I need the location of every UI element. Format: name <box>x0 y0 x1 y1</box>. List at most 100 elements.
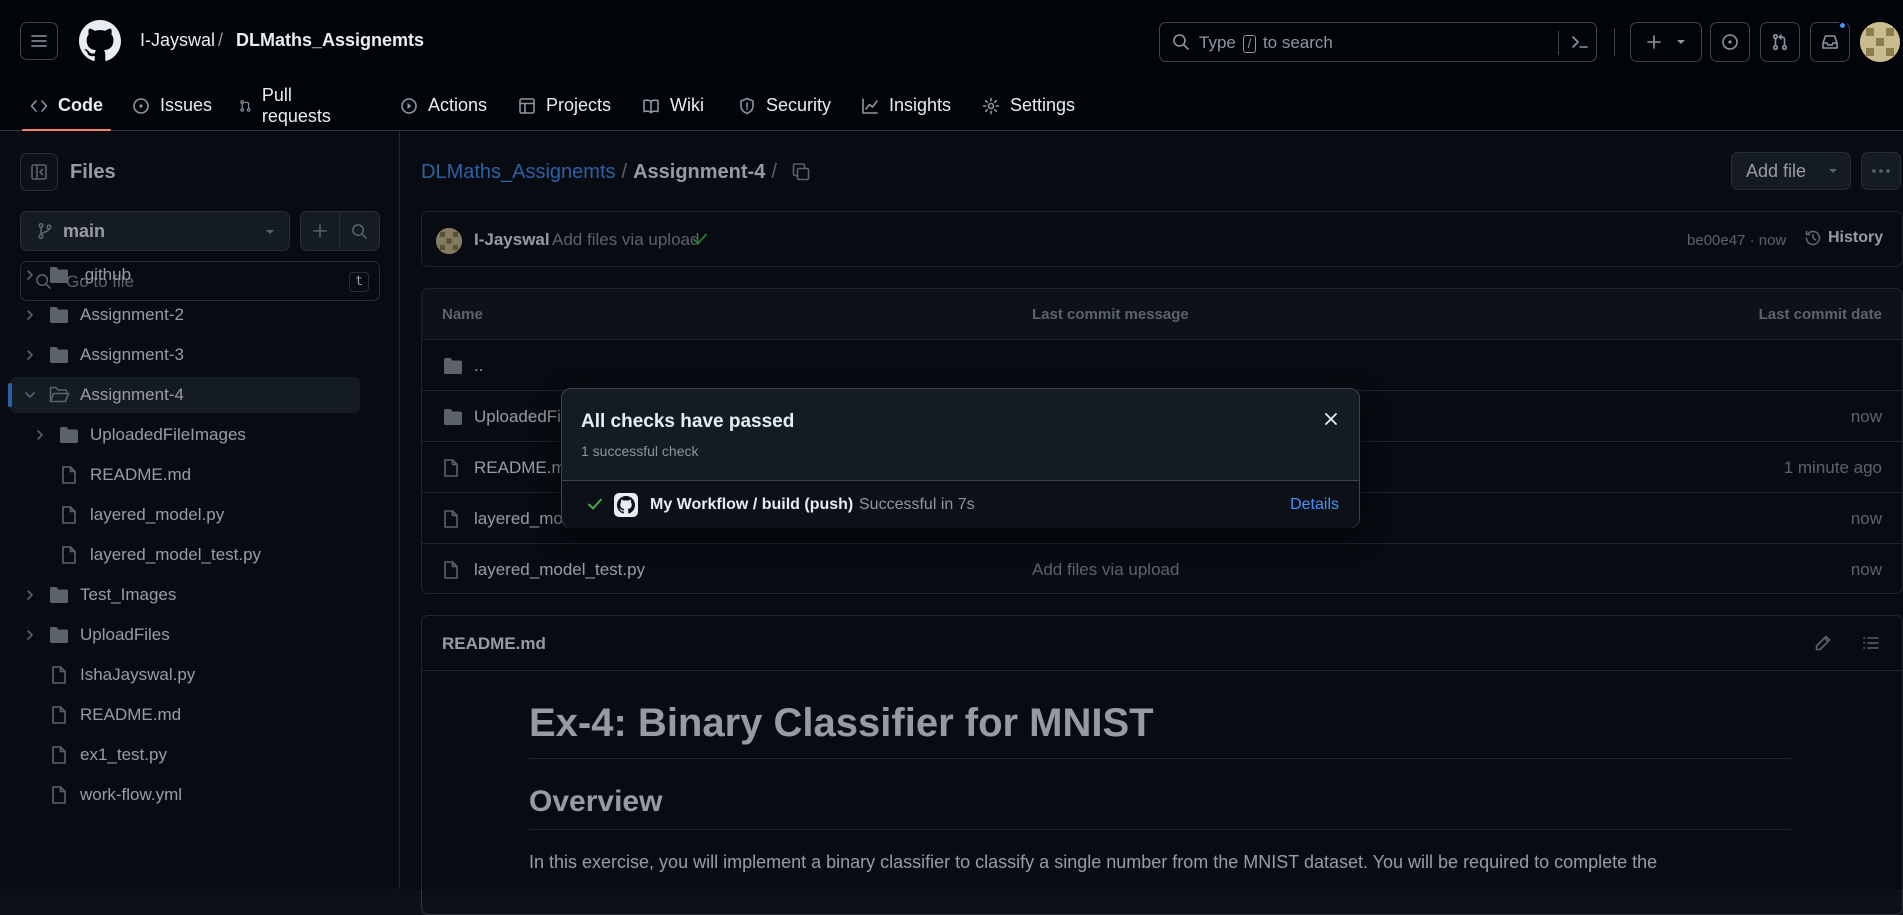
file-icon <box>50 705 68 725</box>
check-icon[interactable] <box>692 232 708 246</box>
commit-author-avatar[interactable] <box>436 228 462 254</box>
file-icon <box>50 785 68 805</box>
chevron-right-icon[interactable] <box>34 429 46 441</box>
close-icon[interactable] <box>1323 411 1339 427</box>
tree-item-label: UploadedFileImages <box>90 425 246 444</box>
tab-security[interactable]: Security <box>738 80 831 131</box>
tree-item[interactable]: README.md <box>10 457 360 493</box>
list-unordered-icon[interactable] <box>1862 634 1880 652</box>
row-name[interactable]: README.md <box>474 458 575 478</box>
readme-subheading: Overview <box>529 785 1791 830</box>
tree-item[interactable]: IshaJayswal.py <box>10 657 360 693</box>
issues-icon <box>133 97 149 114</box>
add-file-button[interactable] <box>300 211 340 251</box>
more-options-button[interactable] <box>1861 152 1901 190</box>
row-name[interactable]: layered_model_test.py <box>474 560 645 580</box>
history-button[interactable]: History <box>1804 229 1883 247</box>
menu-button[interactable] <box>20 22 58 60</box>
search-input[interactable]: Type / to search <box>1159 22 1597 62</box>
check-details-link[interactable]: Details <box>1290 496 1339 514</box>
tree-item-label: layered_model.py <box>90 505 225 524</box>
pull-request-icon <box>240 99 251 112</box>
tree-item[interactable]: ex1_test.py <box>10 737 360 773</box>
commit-message[interactable]: Add files via upload <box>552 230 699 250</box>
file-icon <box>60 465 78 485</box>
tree-item[interactable]: Assignment-3 <box>10 337 360 373</box>
chevron-right-icon[interactable] <box>24 269 36 281</box>
chevron-right-icon[interactable] <box>24 629 36 641</box>
folder-icon <box>442 356 464 376</box>
chevron-right-icon[interactable] <box>24 589 36 601</box>
tab-issues[interactable]: Issues <box>132 80 212 131</box>
row-commit-date: now <box>1850 407 1882 426</box>
add-file-dropdown[interactable]: Add file <box>1731 152 1851 190</box>
global-header: I-Jayswal / DLMaths_Assignemts Type / to… <box>0 0 1903 131</box>
commit-author[interactable]: I-Jayswal <box>474 230 550 250</box>
tab-projects[interactable]: Projects <box>518 80 611 131</box>
folder-icon <box>48 625 70 645</box>
notifications-button[interactable] <box>1810 21 1850 62</box>
tree-item-label: layered_model_test.py <box>90 545 262 564</box>
tree-item-label: Assignment-3 <box>80 345 184 364</box>
row-name[interactable]: .. <box>474 356 483 376</box>
search-icon <box>1173 34 1189 50</box>
tree-item[interactable]: UploadFiles <box>10 617 360 653</box>
collapse-sidebar-button[interactable] <box>20 153 58 191</box>
user-avatar[interactable] <box>1860 22 1900 62</box>
tree-item[interactable]: Assignment-2 <box>10 297 360 333</box>
pencil-icon[interactable] <box>1814 634 1832 652</box>
copy-icon[interactable] <box>791 162 811 182</box>
tree-item-label: work-flow.yml <box>80 785 183 804</box>
chevron-right-icon[interactable] <box>24 309 36 321</box>
commit-hash-time[interactable]: be00e47 · now <box>1687 232 1786 249</box>
create-new-button[interactable] <box>1630 22 1702 62</box>
tab-code[interactable]: Code <box>22 80 111 131</box>
issue-opened-icon <box>1722 34 1738 50</box>
row-commit-date: now <box>1850 560 1882 579</box>
code-icon <box>30 99 48 112</box>
tree-item[interactable]: README.md <box>10 697 360 733</box>
pull-requests-button[interactable] <box>1760 22 1800 62</box>
readme-panel: README.md Ex-4: Binary Classifier for MN… <box>421 615 1903 915</box>
file-icon <box>50 745 68 765</box>
tree-item[interactable]: layered_model_test.py <box>10 537 360 573</box>
chevron-right-icon[interactable] <box>24 349 36 361</box>
identicon-icon <box>1860 22 1900 62</box>
breadcrumb-current-folder: Assignment-4 <box>633 161 766 183</box>
issues-button[interactable] <box>1710 22 1750 62</box>
row-commit-message[interactable]: Add files via upload <box>1032 560 1179 580</box>
file-icon <box>50 665 68 685</box>
tree-item[interactable]: work-flow.yml <box>10 777 360 813</box>
breadcrumb-owner[interactable]: I-Jayswal <box>140 30 215 51</box>
github-logo-icon[interactable] <box>79 20 121 62</box>
folder-icon <box>58 425 80 445</box>
row-commit-date: 1 minute ago <box>1783 458 1882 477</box>
table-icon <box>519 97 535 114</box>
tree-item[interactable]: Assignment-4 <box>8 377 360 413</box>
search-code-button[interactable] <box>339 211 380 251</box>
tree-item-label: IshaJayswal.py <box>80 665 196 684</box>
triangle-down-icon <box>1677 40 1685 44</box>
tree-item[interactable]: .github <box>10 257 360 293</box>
check-run-name: My Workflow / build (push) <box>650 496 854 513</box>
tree-item-label: UploadFiles <box>80 625 170 644</box>
files-heading: Files <box>70 161 116 183</box>
breadcrumb-repo-link[interactable]: DLMaths_Assignemts <box>421 161 616 183</box>
branch-selector[interactable]: main <box>20 211 290 251</box>
tab-insights[interactable]: Insights <box>861 80 951 131</box>
tab-pull-requests[interactable]: Pull requests <box>239 80 336 131</box>
table-row[interactable]: .. <box>422 340 1902 391</box>
table-row[interactable]: layered_model_test.py Add files via uploa… <box>422 544 1902 593</box>
search-divider <box>1558 31 1559 55</box>
tab-wiki[interactable]: Wiki <box>642 80 704 131</box>
readme-title[interactable]: README.md <box>442 634 546 654</box>
tab-actions[interactable]: Actions <box>400 80 487 131</box>
tab-settings[interactable]: Settings <box>982 80 1075 131</box>
chevron-down-icon[interactable] <box>24 389 36 401</box>
command-palette-icon[interactable] <box>1570 33 1590 51</box>
breadcrumb-repo[interactable]: DLMaths_Assignemts <box>236 30 424 51</box>
tree-item[interactable]: Test_Images <box>10 577 360 613</box>
tree-item[interactable]: UploadedFileImages <box>10 417 360 453</box>
tree-item[interactable]: layered_model.py <box>10 497 360 533</box>
file-tree-sidebar: Files main Go to file t .github Assignmen… <box>0 131 400 889</box>
